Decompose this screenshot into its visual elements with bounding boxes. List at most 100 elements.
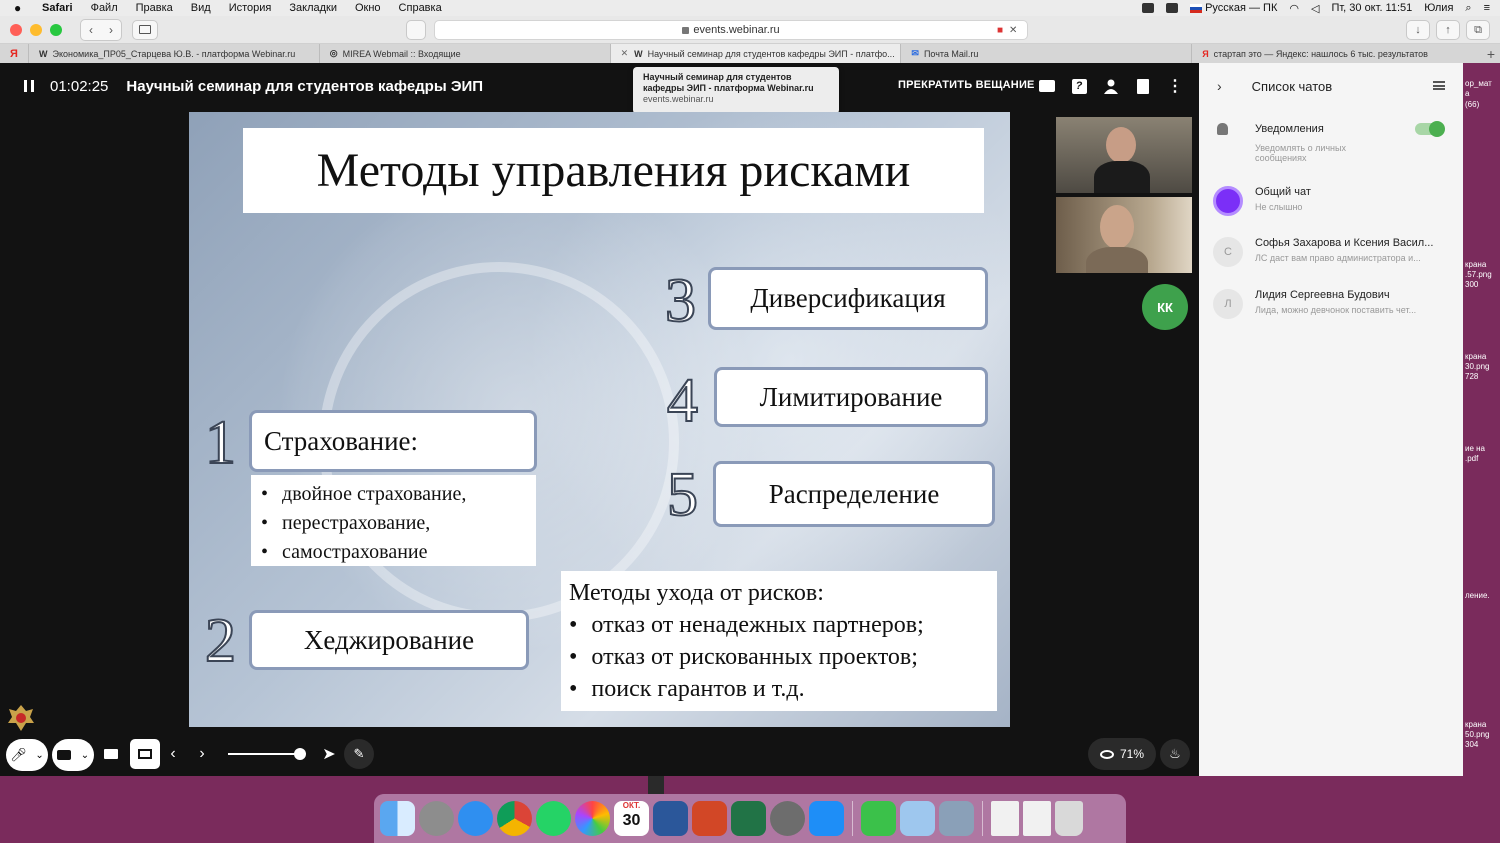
tab-mirea-webmail[interactable]: ◎ MIREA Webmail :: Входящие [318,44,610,63]
desktop-file-label[interactable]: а [1465,89,1469,99]
facetime-icon[interactable] [861,801,896,836]
app-store-icon[interactable] [809,801,844,836]
desktop-file-label[interactable]: крана [1465,352,1486,362]
tab-economics[interactable]: W Экономика_ПР05_Старцева Ю.В. - платформ… [28,44,319,63]
whatsapp-icon[interactable] [536,801,571,836]
slide-zoom-slider[interactable] [228,748,306,760]
files-icon[interactable] [1134,77,1152,95]
chat-item-sofya[interactable]: С Софья Захарова и Ксения Васил... ЛС да… [1199,233,1463,277]
help-icon[interactable]: ? [1070,77,1088,95]
pointer-button[interactable]: ➤ [314,739,344,769]
more-icon[interactable]: ⋮ [1166,77,1184,95]
menu-edit[interactable]: Правка [136,2,173,14]
desktop-file-label[interactable]: ие на [1465,444,1485,454]
privacy-shield-button[interactable] [406,20,426,40]
wifi-icon[interactable]: ◠ [1289,2,1299,15]
desktop-file-label[interactable]: .pdf [1465,454,1478,464]
participant-video-1[interactable] [1056,117,1192,193]
mic-control[interactable]: 🎤︎ ⌄ [6,739,48,771]
camera-recording-icon[interactable]: ■ [997,25,1003,36]
tab-mail-ru[interactable]: ✉ Почта Mail.ru [900,44,1191,63]
visibility-indicator[interactable]: 71% [1088,738,1156,770]
system-preferences-icon[interactable] [770,801,805,836]
collapse-chat-icon[interactable]: › [1217,78,1222,94]
prev-slide-button[interactable]: ‹ [158,739,188,769]
screen-share-icon[interactable] [1166,3,1179,13]
fullscreen-window-button[interactable] [50,23,62,36]
desktop-file-label[interactable]: (66) [1465,100,1479,110]
desktop-file-label[interactable]: крана [1465,720,1486,730]
calendar-icon[interactable]: ОКТ. 30 [614,801,649,836]
spotlight-icon[interactable]: ⌕ [1465,2,1471,15]
tab-yandex-search[interactable]: Ястартап это — Яндекс: нашлось 6 тыс. ре… [1191,44,1482,63]
screen-share-button[interactable] [96,739,126,769]
slider-handle[interactable] [294,748,306,760]
yandex-pinned-tab[interactable]: Я [0,44,28,63]
address-bar[interactable]: events.webinar.ru [434,20,1028,40]
control-center-icon[interactable]: ≡ [1484,2,1490,14]
sidebar-toggle-button[interactable] [132,19,158,40]
stop-broadcast-button[interactable]: ПРЕКРАТИТЬ ВЕЩАНИЕ [898,79,1035,91]
participants-icon[interactable] [1102,77,1120,95]
clock[interactable]: Пт, 30 окт. 11:51 [1331,2,1412,14]
reaction-button[interactable]: ♨ [1160,739,1190,769]
desktop-file-label[interactable]: .57.png [1465,270,1492,280]
safari-icon[interactable] [458,801,493,836]
tabs-overview-icon[interactable]: ⧉ [1466,20,1490,40]
participant-avatar[interactable]: КК [1142,284,1188,330]
draw-tool-button[interactable]: ✎ [344,739,374,769]
user-name[interactable]: Юлия [1424,2,1453,14]
input-source[interactable]: Русская — ПК [1190,2,1277,14]
menu-history[interactable]: История [229,2,272,14]
menu-view[interactable]: Вид [191,2,211,14]
excel-icon[interactable] [731,801,766,836]
desktop-file-label[interactable]: 304 [1465,740,1478,750]
apple-icon[interactable]: ● [14,1,30,15]
chat-item-lidiya[interactable]: Л Лидия Сергеевна Будович Лида, можно де… [1199,285,1463,329]
chat-menu-icon[interactable] [1433,81,1445,90]
chevron-down-icon[interactable]: ⌄ [35,750,43,761]
chat-icon[interactable] [1038,77,1056,95]
camera-status-icon[interactable] [1142,3,1155,13]
back-icon[interactable]: ‹ [81,20,101,40]
menu-help[interactable]: Справка [399,2,442,14]
document-icon[interactable] [991,801,1019,836]
desktop-file-label[interactable]: 728 [1465,372,1478,382]
desktop-file-label[interactable]: ление. [1465,591,1490,601]
forward-icon[interactable]: › [101,20,121,40]
word-icon[interactable] [653,801,688,836]
menu-file[interactable]: Файл [91,2,118,14]
pause-icon[interactable] [24,80,34,92]
close-tab-icon[interactable]: ✕ [621,48,629,59]
photos-icon[interactable] [575,801,610,836]
presentation-button[interactable] [130,739,160,769]
close-window-button[interactable] [10,23,22,36]
desktop-file-label[interactable]: 30.png [1465,362,1489,372]
downloads-icon[interactable]: ↓ [1406,20,1430,40]
desktop-file-label[interactable]: крана [1465,260,1486,270]
camera-control[interactable]: ⌄ [52,739,94,771]
image-capture-icon[interactable] [939,801,974,836]
chat-item-general[interactable]: Общий чат Не слышно [1199,182,1463,226]
finder-icon[interactable] [380,801,415,836]
preview-icon[interactable] [900,801,935,836]
minimize-window-button[interactable] [30,23,42,36]
menu-window[interactable]: Окно [355,2,381,14]
launchpad-icon[interactable] [419,801,454,836]
document-icon[interactable] [1023,801,1051,836]
desktop-file-label[interactable]: 300 [1465,280,1478,290]
participant-video-2[interactable] [1056,197,1192,273]
desktop-file-label[interactable]: 50.png [1465,730,1489,740]
share-icon[interactable]: ↑ [1436,20,1460,40]
trash-icon[interactable] [1055,801,1083,836]
volume-icon[interactable]: ◁ [1311,2,1319,15]
chevron-down-icon[interactable]: ⌄ [81,750,89,761]
clear-icon[interactable]: ✕ [1009,25,1017,36]
notifications-toggle[interactable] [1415,121,1445,137]
menu-bookmarks[interactable]: Закладки [289,2,337,14]
tab-seminar[interactable]: ✕ W Научный семинар для студентов кафедры … [609,44,901,63]
next-slide-button[interactable]: › [187,739,217,769]
desktop-file-label[interactable]: ор_мат [1465,79,1492,89]
powerpoint-icon[interactable] [692,801,727,836]
chrome-icon[interactable] [497,801,532,836]
